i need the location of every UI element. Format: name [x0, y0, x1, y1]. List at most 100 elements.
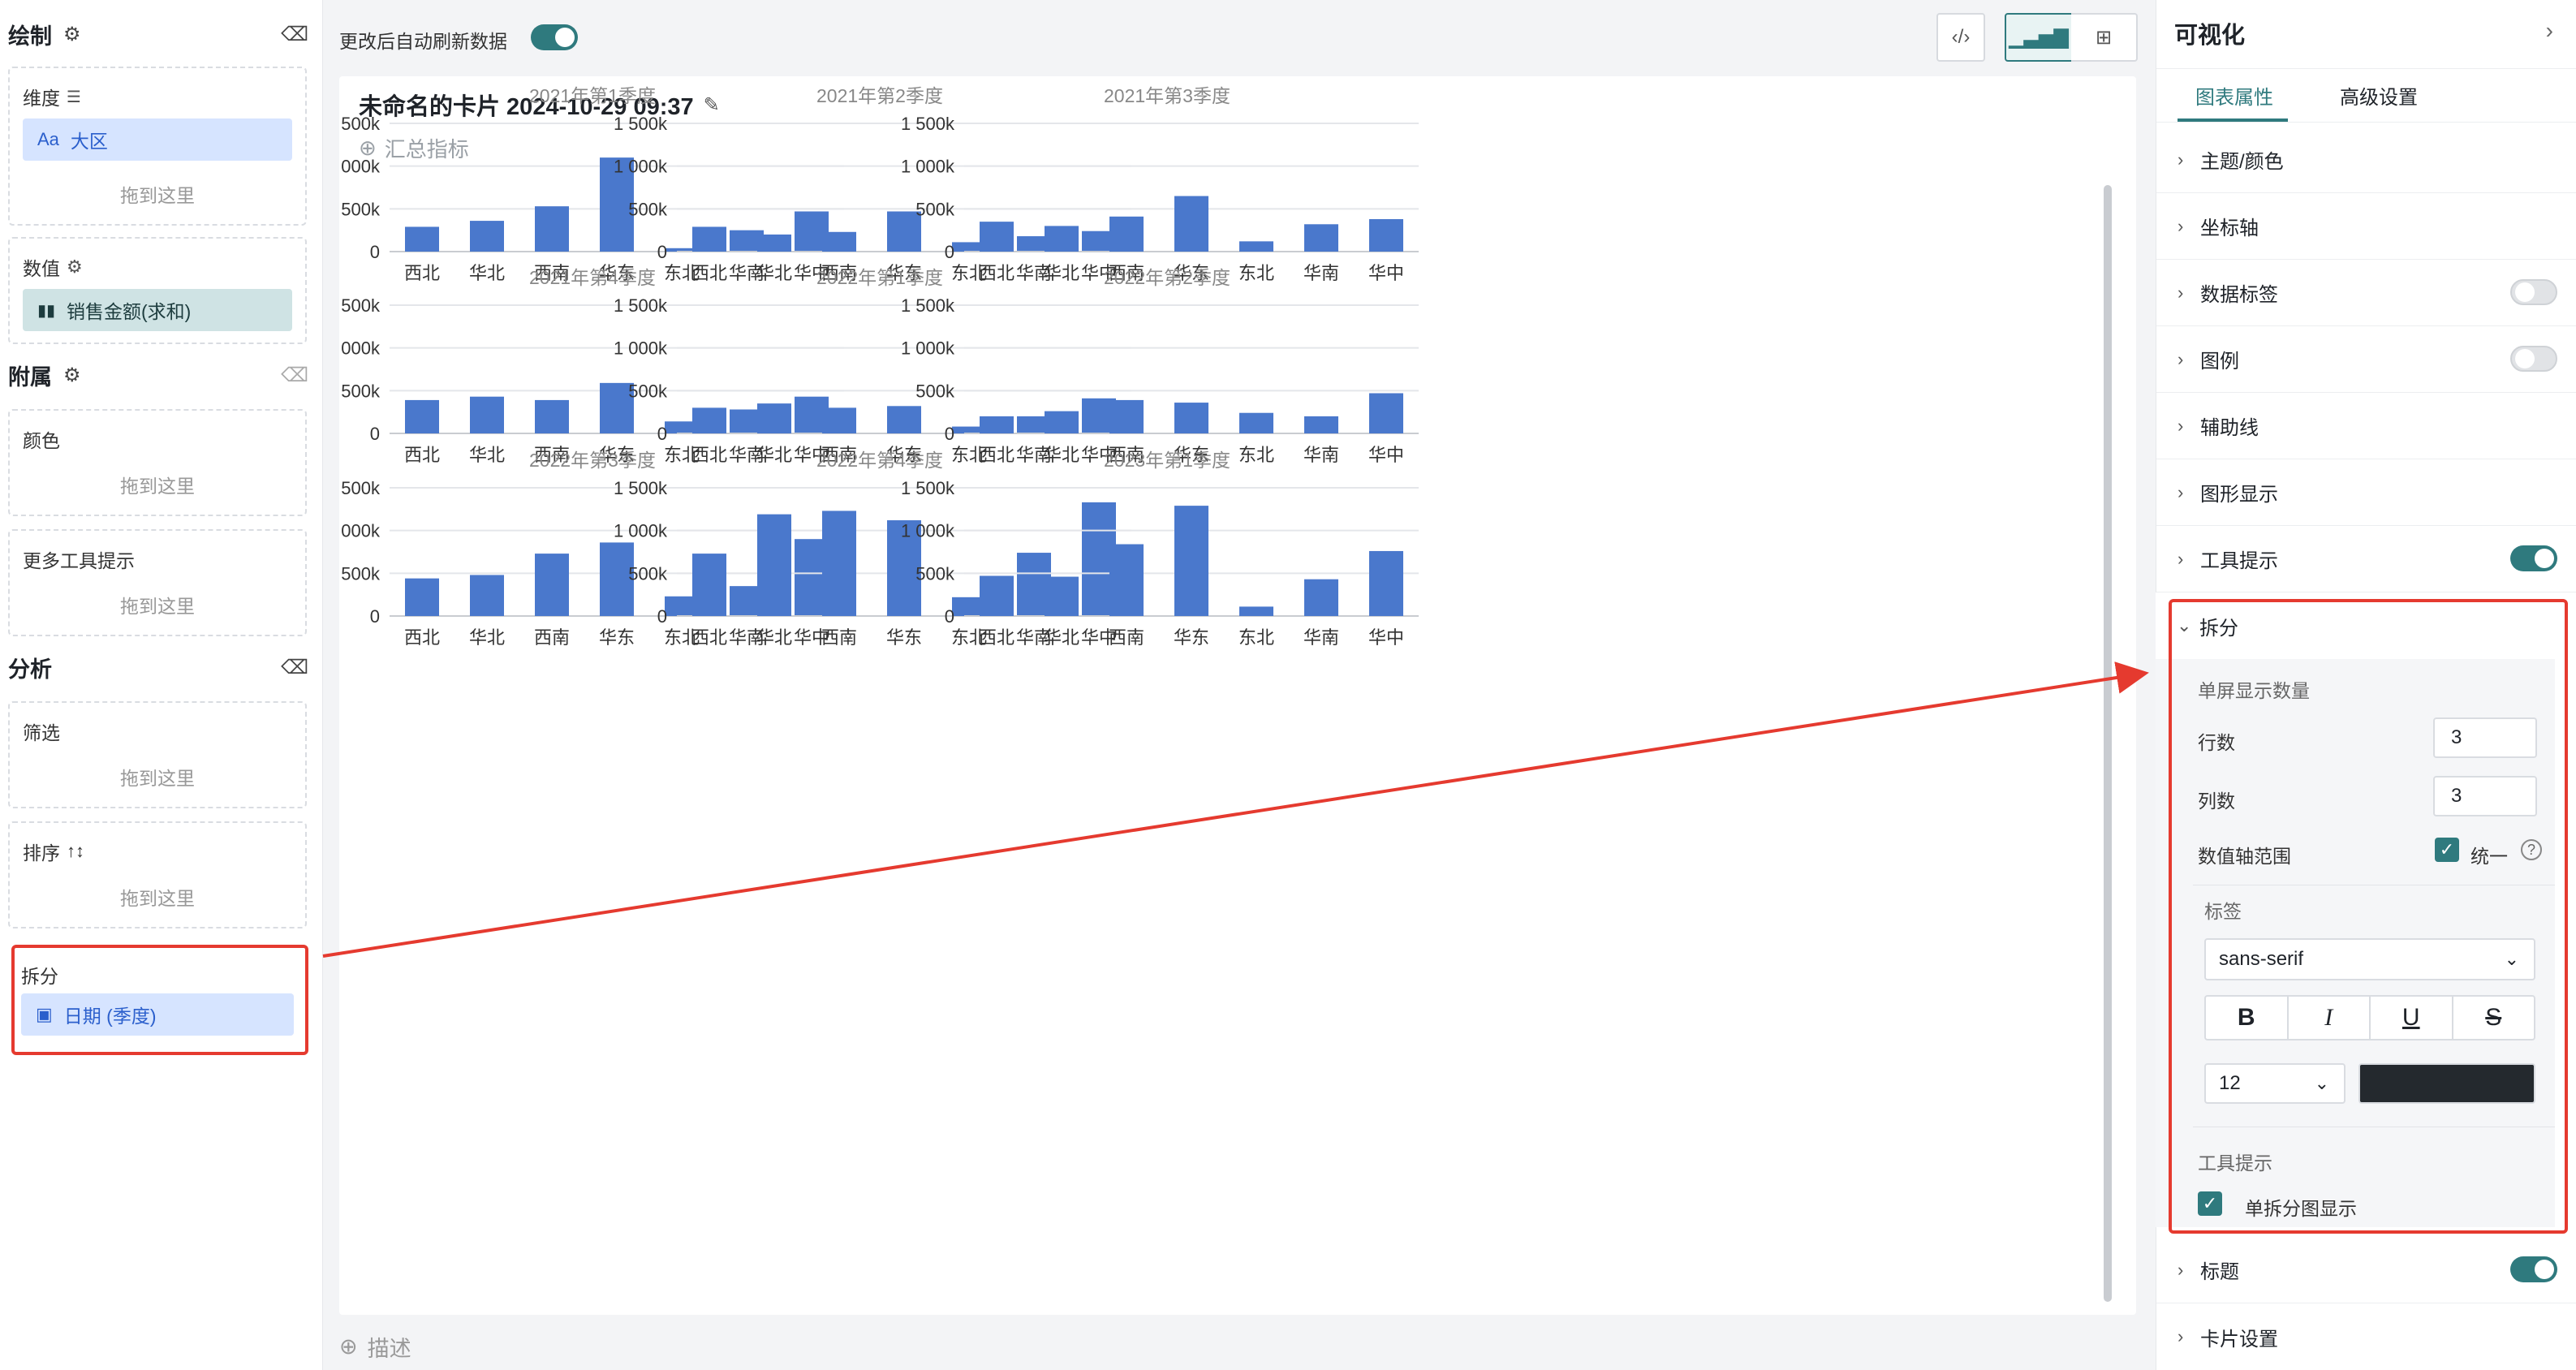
font-family-value: sans-serif [2219, 948, 2304, 970]
chevron-right-icon: › [2178, 548, 2184, 569]
tab-chart-properties[interactable]: 图表属性 [2195, 81, 2273, 110]
y-tick-label: 1 500k [614, 478, 668, 498]
single-split-checkbox[interactable]: ✓ [2198, 1191, 2222, 1216]
prop-row-shape-display[interactable]: › 图形显示 [2156, 459, 2576, 526]
x-tick-label: 东北 [1238, 627, 1274, 648]
prop-row-tooltip[interactable]: › 工具提示 [2156, 526, 2576, 592]
y-tick-label: 0 [657, 606, 667, 627]
y-tick-label: 500k [915, 563, 955, 584]
sort-icon[interactable]: ↑↕ [67, 841, 84, 862]
y-tick-label: 500k [628, 381, 668, 401]
underline-button[interactable]: U [2371, 997, 2453, 1039]
filter-drop-hint: 拖到这里 [120, 768, 195, 789]
bar [980, 575, 1014, 616]
cols-input[interactable]: 3 [2433, 776, 2537, 816]
eraser-icon[interactable]: ⌫ [281, 656, 308, 679]
tooltip-drop-zone[interactable]: 更多工具提示 拖到这里 [8, 529, 307, 636]
y-tick-label: 1 000k [339, 521, 381, 541]
prop-row-axis[interactable]: › 坐标轴 [2156, 193, 2576, 260]
table-view-button[interactable]: ⊞ [2071, 13, 2138, 62]
bar [1109, 216, 1144, 252]
value-field-pill[interactable]: ▮▮ 销售金额(求和) [23, 289, 292, 331]
y-tick-label: 1 000k [614, 157, 668, 177]
chevron-right-icon: › [2178, 1326, 2184, 1346]
y-tick-label: 1 500k [614, 114, 668, 134]
bar [757, 403, 791, 433]
prop-row-split[interactable]: ⌄ 拆分 [2156, 592, 2576, 659]
dimension-settings-icon[interactable]: ☰ [67, 87, 81, 107]
rows-input[interactable]: 3 [2433, 717, 2537, 758]
x-tick-label: 华北 [1044, 263, 1079, 283]
y-tick-label: 1 000k [339, 157, 381, 177]
strikethrough-button[interactable]: S [2453, 997, 2535, 1039]
filter-drop-zone[interactable]: 筛选 拖到这里 [8, 701, 307, 808]
describe-button[interactable]: ⊕ 描述 [339, 1331, 411, 1363]
x-tick-label: 西北 [979, 263, 1014, 283]
x-tick-label: 西北 [691, 445, 727, 465]
value-drop-zone[interactable]: 数值 ⚙ ▮▮ 销售金额(求和) [8, 237, 307, 344]
font-family-select[interactable]: sans-serif ⌄ [2204, 938, 2535, 980]
unify-checkbox[interactable]: ✓ [2435, 838, 2459, 862]
bar [692, 226, 726, 252]
data-label-toggle[interactable] [2510, 279, 2557, 305]
prop-label: 坐标轴 [2200, 218, 2259, 239]
x-tick-label: 西南 [1109, 627, 1144, 648]
y-tick-label: 500k [915, 199, 955, 219]
filter-label: 筛选 [23, 722, 60, 743]
bar [1369, 550, 1403, 616]
chart-view-button[interactable]: ▁▃▅▇ [2005, 13, 2073, 62]
chevron-right-icon: › [2178, 415, 2184, 436]
sort-label: 排序 [23, 842, 60, 864]
x-tick-label: 华东 [1174, 627, 1209, 648]
chevron-down-icon: ⌄ [2504, 949, 2519, 969]
italic-button[interactable]: I [2289, 997, 2371, 1039]
font-size-select[interactable]: 12 ⌄ [2204, 1063, 2346, 1104]
eraser-icon[interactable]: ⌫ [281, 364, 308, 387]
prop-row-title[interactable]: › 标题 [2156, 1237, 2576, 1303]
draw-section-header: 绘制 ⚙ ⌫ [8, 16, 308, 52]
y-tick-label: 1 500k [339, 478, 381, 498]
prop-row-theme-color[interactable]: › 主题/颜色 [2156, 127, 2576, 193]
bar [1239, 241, 1273, 252]
tab-advanced-settings[interactable]: 高级设置 [2340, 81, 2418, 110]
chevron-right-icon[interactable]: › [2546, 18, 2553, 44]
legend-toggle[interactable] [2510, 346, 2557, 372]
value-label: 数值 [23, 258, 60, 279]
prop-row-data-label[interactable]: › 数据标签 [2156, 260, 2576, 326]
split-field-pill[interactable]: ▣ 日期 (季度) [21, 993, 294, 1036]
dimension-field-pill[interactable]: Aa 大区 [23, 118, 292, 161]
bar [535, 554, 569, 616]
tooltip-toggle[interactable] [2510, 545, 2557, 571]
color-drop-zone[interactable]: 颜色 拖到这里 [8, 409, 307, 516]
prop-row-guide-line[interactable]: › 辅助线 [2156, 393, 2576, 459]
x-tick-label: 华北 [1044, 445, 1079, 465]
dimension-drop-zone[interactable]: 维度 ☰ Aa 大区 拖到这里 [8, 67, 307, 226]
prop-label: 图形显示 [2200, 484, 2278, 506]
title-toggle[interactable] [2510, 1256, 2557, 1282]
y-tick-label: 1 000k [901, 338, 955, 359]
eraser-icon[interactable]: ⌫ [281, 23, 308, 46]
bar [1369, 393, 1403, 433]
help-icon[interactable]: ? [2521, 839, 2542, 860]
scrollbar[interactable] [2104, 185, 2112, 1302]
bar [692, 407, 726, 433]
y-tick-label: 0 [370, 606, 380, 627]
bar [405, 226, 439, 252]
y-tick-label: 0 [945, 606, 954, 627]
draw-settings-icon[interactable]: ⚙ [63, 23, 81, 46]
sort-drop-zone[interactable]: 排序 ↑↕ 拖到这里 [8, 821, 307, 928]
font-color-picker[interactable] [2358, 1063, 2535, 1104]
prop-row-card-settings[interactable]: › 卡片设置 [2156, 1303, 2576, 1370]
bar [1304, 579, 1338, 616]
y-tick-label: 500k [341, 381, 381, 401]
bar [1239, 606, 1273, 616]
tag-label: 标签 [2204, 901, 2242, 922]
code-view-button[interactable]: ‹/› [1936, 13, 1985, 62]
attach-settings-icon[interactable]: ⚙ [63, 364, 81, 387]
value-settings-gear-icon[interactable]: ⚙ [67, 256, 83, 278]
auto-refresh-toggle[interactable] [531, 24, 578, 50]
prop-row-legend[interactable]: › 图例 [2156, 326, 2576, 393]
dimension-label-row: 维度 ☰ [23, 83, 81, 110]
bold-button[interactable]: B [2206, 997, 2289, 1039]
split-drop-zone[interactable]: 拆分 ▣ 日期 (季度) [8, 943, 307, 1050]
